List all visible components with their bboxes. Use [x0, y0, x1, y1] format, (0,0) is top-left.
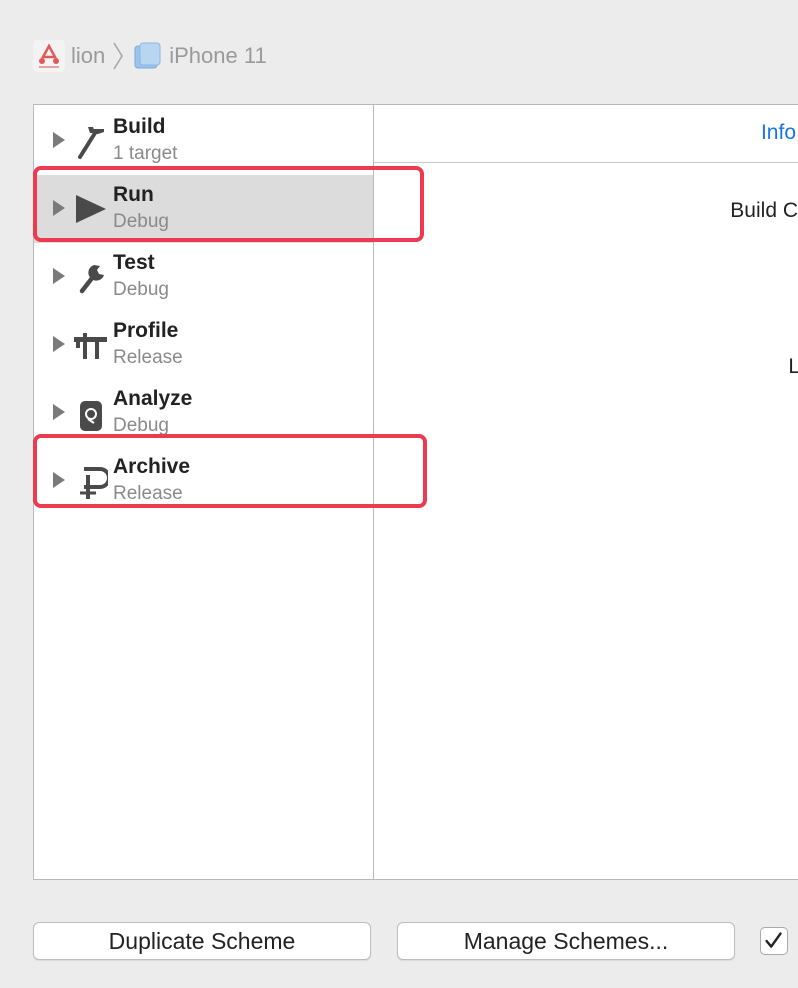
scheme-app-icon[interactable] [33, 40, 65, 72]
sidebar-item-subtitle: 1 target [113, 143, 178, 164]
duplicate-scheme-button[interactable]: Duplicate Scheme [33, 922, 371, 960]
disclosure-triangle-icon[interactable] [52, 131, 66, 149]
manage-schemes-button[interactable]: Manage Schemes... [397, 922, 735, 960]
build-configuration-label: Build C [730, 199, 798, 222]
action-detail-pane: Info Build C L [374, 105, 798, 879]
sidebar-item-run[interactable]: Run Debug [34, 175, 373, 243]
sidebar-item-title: Profile [113, 319, 179, 342]
shared-checkbox[interactable] [760, 927, 788, 955]
sidebar-item-subtitle: Debug [113, 211, 169, 232]
device-name[interactable]: iPhone 11 [169, 43, 266, 69]
sidebar-item-profile[interactable]: Profile Release [34, 311, 373, 379]
checkmark-icon [765, 932, 782, 948]
sidebar-item-analyze[interactable]: Analyze Debug [34, 379, 373, 447]
sidebar-item-title: Analyze [113, 387, 193, 410]
sidebar-item-title: Run [113, 183, 154, 206]
wrench-icon [79, 265, 104, 294]
launch-label: L [788, 355, 798, 378]
sidebar-item-test[interactable]: Test Debug [34, 243, 373, 311]
analyze-icon [80, 401, 102, 431]
disclosure-triangle-icon[interactable] [52, 471, 66, 489]
sidebar-item-archive[interactable]: Archive Release [34, 447, 373, 515]
scheme-name[interactable]: lion [71, 43, 105, 69]
disclosure-triangle-icon[interactable] [52, 403, 66, 421]
simulator-device-icon[interactable] [131, 40, 163, 72]
breadcrumb: lion iPhone 11 [33, 40, 267, 72]
hammer-icon [78, 127, 104, 159]
sidebar-item-build[interactable]: Build 1 target [34, 107, 373, 175]
sidebar-item-subtitle: Debug [113, 415, 169, 436]
disclosure-triangle-icon[interactable] [52, 199, 66, 217]
disclosure-triangle-icon[interactable] [52, 267, 66, 285]
sidebar-item-title: Build [113, 115, 166, 138]
sidebar-item-title: Test [113, 251, 155, 274]
scheme-actions-sidebar: Build 1 target Run Debug Test Debug Prof… [34, 105, 374, 879]
tab-bar: Info [374, 105, 798, 163]
clamp-icon [80, 467, 108, 499]
sidebar-item-subtitle: Debug [113, 279, 169, 300]
tab-info[interactable]: Info [761, 121, 796, 145]
sidebar-item-title: Archive [113, 455, 191, 478]
play-icon [76, 195, 106, 223]
disclosure-triangle-icon[interactable] [52, 335, 66, 353]
sidebar-item-subtitle: Release [113, 483, 183, 504]
sidebar-item-subtitle: Release [113, 347, 183, 368]
scheme-editor-panel: Build 1 target Run Debug Test Debug Prof… [33, 104, 798, 880]
chevron-right-icon [113, 42, 124, 70]
caliper-icon [74, 333, 107, 359]
